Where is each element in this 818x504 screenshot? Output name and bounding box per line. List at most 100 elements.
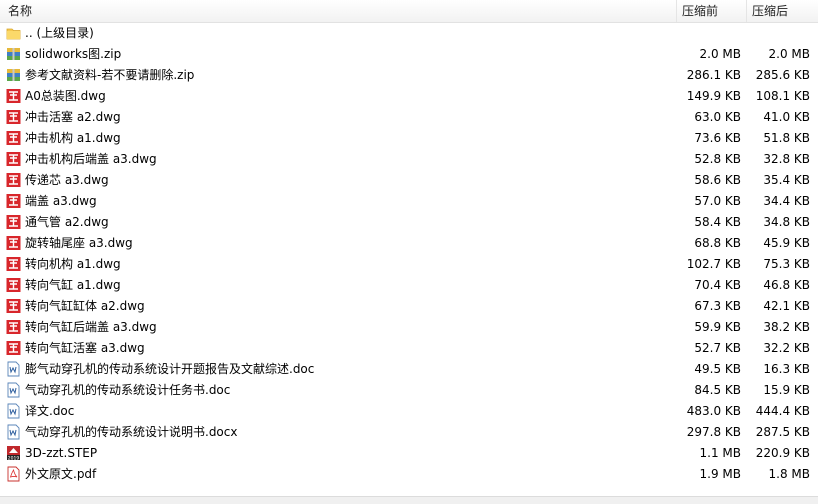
dwg-file-icon bbox=[6, 319, 21, 335]
file-name: 转向气缸活塞 a3.dwg bbox=[25, 341, 145, 355]
file-name: .. (上级目录) bbox=[25, 26, 94, 40]
packed-size: 84.5 KB bbox=[694, 383, 741, 397]
file-name: 冲击机构后端盖 a3.dwg bbox=[25, 152, 157, 166]
column-header-unpacked[interactable]: 压缩后 bbox=[752, 0, 788, 22]
column-header-name[interactable]: 名称 bbox=[8, 0, 32, 22]
unpacked-size: 34.4 KB bbox=[763, 194, 810, 208]
file-row[interactable]: solidworks图.zip 2.0 MB 2.0 MB bbox=[0, 44, 818, 65]
file-row[interactable]: 转向气缸后端盖 a3.dwg 59.9 KB 38.2 KB bbox=[0, 317, 818, 338]
unpacked-size: 32.2 KB bbox=[763, 341, 810, 355]
file-name: 参考文献资料-若不要请删除.zip bbox=[25, 68, 195, 82]
file-row[interactable]: 参考文献资料-若不要请删除.zip 286.1 KB 285.6 KB bbox=[0, 65, 818, 86]
dwg-file-icon bbox=[6, 340, 21, 356]
file-name: 旋转轴尾座 a3.dwg bbox=[25, 236, 133, 250]
file-row[interactable]: .. (上级目录) bbox=[0, 23, 818, 44]
packed-size: 49.5 KB bbox=[694, 362, 741, 376]
file-row[interactable]: 传递芯 a3.dwg 58.6 KB 35.4 KB bbox=[0, 170, 818, 191]
unpacked-size: 45.9 KB bbox=[763, 236, 810, 250]
column-header-bar: 名称 压缩前 压缩后 bbox=[0, 0, 818, 23]
file-name: 转向气缸缸体 a2.dwg bbox=[25, 299, 145, 313]
file-name: 端盖 a3.dwg bbox=[25, 194, 97, 208]
packed-size: 286.1 KB bbox=[686, 68, 741, 82]
dwg-file-icon bbox=[6, 298, 21, 314]
file-name: 膨气动穿孔机的传动系统设计开题报告及文献综述.doc bbox=[25, 362, 315, 376]
packed-size: 483.0 KB bbox=[686, 404, 741, 418]
dwg-file-icon bbox=[6, 88, 21, 104]
packed-size: 67.3 KB bbox=[694, 299, 741, 313]
packed-size: 59.9 KB bbox=[694, 320, 741, 334]
file-row[interactable]: 旋转轴尾座 a3.dwg 68.8 KB 45.9 KB bbox=[0, 233, 818, 254]
unpacked-size: 34.8 KB bbox=[763, 215, 810, 229]
packed-size: 58.4 KB bbox=[694, 215, 741, 229]
pdf-file-icon bbox=[6, 466, 21, 482]
folder-icon bbox=[6, 25, 21, 41]
svg-text:2019: 2019 bbox=[8, 455, 20, 461]
file-name: 3D-zzt.STEP bbox=[25, 446, 98, 460]
step-file-icon: 2019 bbox=[6, 445, 21, 461]
file-row[interactable]: 转向气缸 a1.dwg 70.4 KB 46.8 KB bbox=[0, 275, 818, 296]
file-row[interactable]: 膨气动穿孔机的传动系统设计开题报告及文献综述.doc 49.5 KB 16.3 KB bbox=[0, 359, 818, 380]
word-doc-icon bbox=[6, 424, 21, 440]
file-name: 转向气缸后端盖 a3.dwg bbox=[25, 320, 157, 334]
file-row[interactable]: 转向气缸缸体 a2.dwg 67.3 KB 42.1 KB bbox=[0, 296, 818, 317]
unpacked-size: 35.4 KB bbox=[763, 173, 810, 187]
packed-size: 1.9 MB bbox=[699, 467, 741, 481]
dwg-file-icon bbox=[6, 277, 21, 293]
unpacked-size: 32.8 KB bbox=[763, 152, 810, 166]
dwg-file-icon bbox=[6, 235, 21, 251]
file-row[interactable]: 冲击机构 a1.dwg 73.6 KB 51.8 KB bbox=[0, 128, 818, 149]
file-row[interactable]: 外文原文.pdf 1.9 MB 1.8 MB bbox=[0, 464, 818, 485]
file-name: 译文.doc bbox=[25, 404, 75, 418]
zip-archive-icon bbox=[6, 46, 21, 62]
file-row[interactable]: A0总装图.dwg 149.9 KB 108.1 KB bbox=[0, 86, 818, 107]
unpacked-size: 220.9 KB bbox=[755, 446, 810, 460]
packed-size: 297.8 KB bbox=[686, 425, 741, 439]
column-divider[interactable] bbox=[676, 0, 677, 22]
word-doc-icon bbox=[6, 361, 21, 377]
unpacked-size: 15.9 KB bbox=[763, 383, 810, 397]
file-name: 气动穿孔机的传动系统设计任务书.doc bbox=[25, 383, 231, 397]
file-row[interactable]: 冲击机构后端盖 a3.dwg 52.8 KB 32.8 KB bbox=[0, 149, 818, 170]
file-row[interactable]: 通气管 a2.dwg 58.4 KB 34.8 KB bbox=[0, 212, 818, 233]
file-row[interactable]: 气动穿孔机的传动系统设计任务书.doc 84.5 KB 15.9 KB bbox=[0, 380, 818, 401]
packed-size: 2.0 MB bbox=[699, 47, 741, 61]
zip-archive-icon bbox=[6, 67, 21, 83]
unpacked-size: 46.8 KB bbox=[763, 278, 810, 292]
packed-size: 102.7 KB bbox=[686, 257, 741, 271]
file-row[interactable]: 2019 3D-zzt.STEP 1.1 MB 220.9 KB bbox=[0, 443, 818, 464]
file-row[interactable]: 译文.doc 483.0 KB 444.4 KB bbox=[0, 401, 818, 422]
unpacked-size: 287.5 KB bbox=[755, 425, 810, 439]
dwg-file-icon bbox=[6, 193, 21, 209]
file-row[interactable]: 气动穿孔机的传动系统设计说明书.docx 297.8 KB 287.5 KB bbox=[0, 422, 818, 443]
unpacked-size: 16.3 KB bbox=[763, 362, 810, 376]
packed-size: 73.6 KB bbox=[694, 131, 741, 145]
dwg-file-icon bbox=[6, 256, 21, 272]
dwg-file-icon bbox=[6, 151, 21, 167]
unpacked-size: 285.6 KB bbox=[755, 68, 810, 82]
unpacked-size: 75.3 KB bbox=[763, 257, 810, 271]
packed-size: 57.0 KB bbox=[694, 194, 741, 208]
packed-size: 58.6 KB bbox=[694, 173, 741, 187]
column-header-packed[interactable]: 压缩前 bbox=[682, 0, 718, 22]
file-row[interactable]: 冲击活塞 a2.dwg 63.0 KB 41.0 KB bbox=[0, 107, 818, 128]
file-row[interactable]: 转向气缸活塞 a3.dwg 52.7 KB 32.2 KB bbox=[0, 338, 818, 359]
file-name: 转向机构 a1.dwg bbox=[25, 257, 121, 271]
file-row[interactable]: 转向机构 a1.dwg 102.7 KB 75.3 KB bbox=[0, 254, 818, 275]
dwg-file-icon bbox=[6, 172, 21, 188]
file-name: 冲击机构 a1.dwg bbox=[25, 131, 121, 145]
packed-size: 1.1 MB bbox=[699, 446, 741, 460]
file-name: 传递芯 a3.dwg bbox=[25, 173, 109, 187]
word-doc-icon bbox=[6, 403, 21, 419]
file-name: 外文原文.pdf bbox=[25, 467, 97, 481]
file-name: solidworks图.zip bbox=[25, 47, 122, 61]
column-divider[interactable] bbox=[746, 0, 747, 22]
unpacked-size: 38.2 KB bbox=[763, 320, 810, 334]
dwg-file-icon bbox=[6, 109, 21, 125]
dwg-file-icon bbox=[6, 130, 21, 146]
unpacked-size: 51.8 KB bbox=[763, 131, 810, 145]
unpacked-size: 1.8 MB bbox=[768, 467, 810, 481]
unpacked-size: 108.1 KB bbox=[755, 89, 810, 103]
unpacked-size: 41.0 KB bbox=[763, 110, 810, 124]
packed-size: 70.4 KB bbox=[694, 278, 741, 292]
file-row[interactable]: 端盖 a3.dwg 57.0 KB 34.4 KB bbox=[0, 191, 818, 212]
